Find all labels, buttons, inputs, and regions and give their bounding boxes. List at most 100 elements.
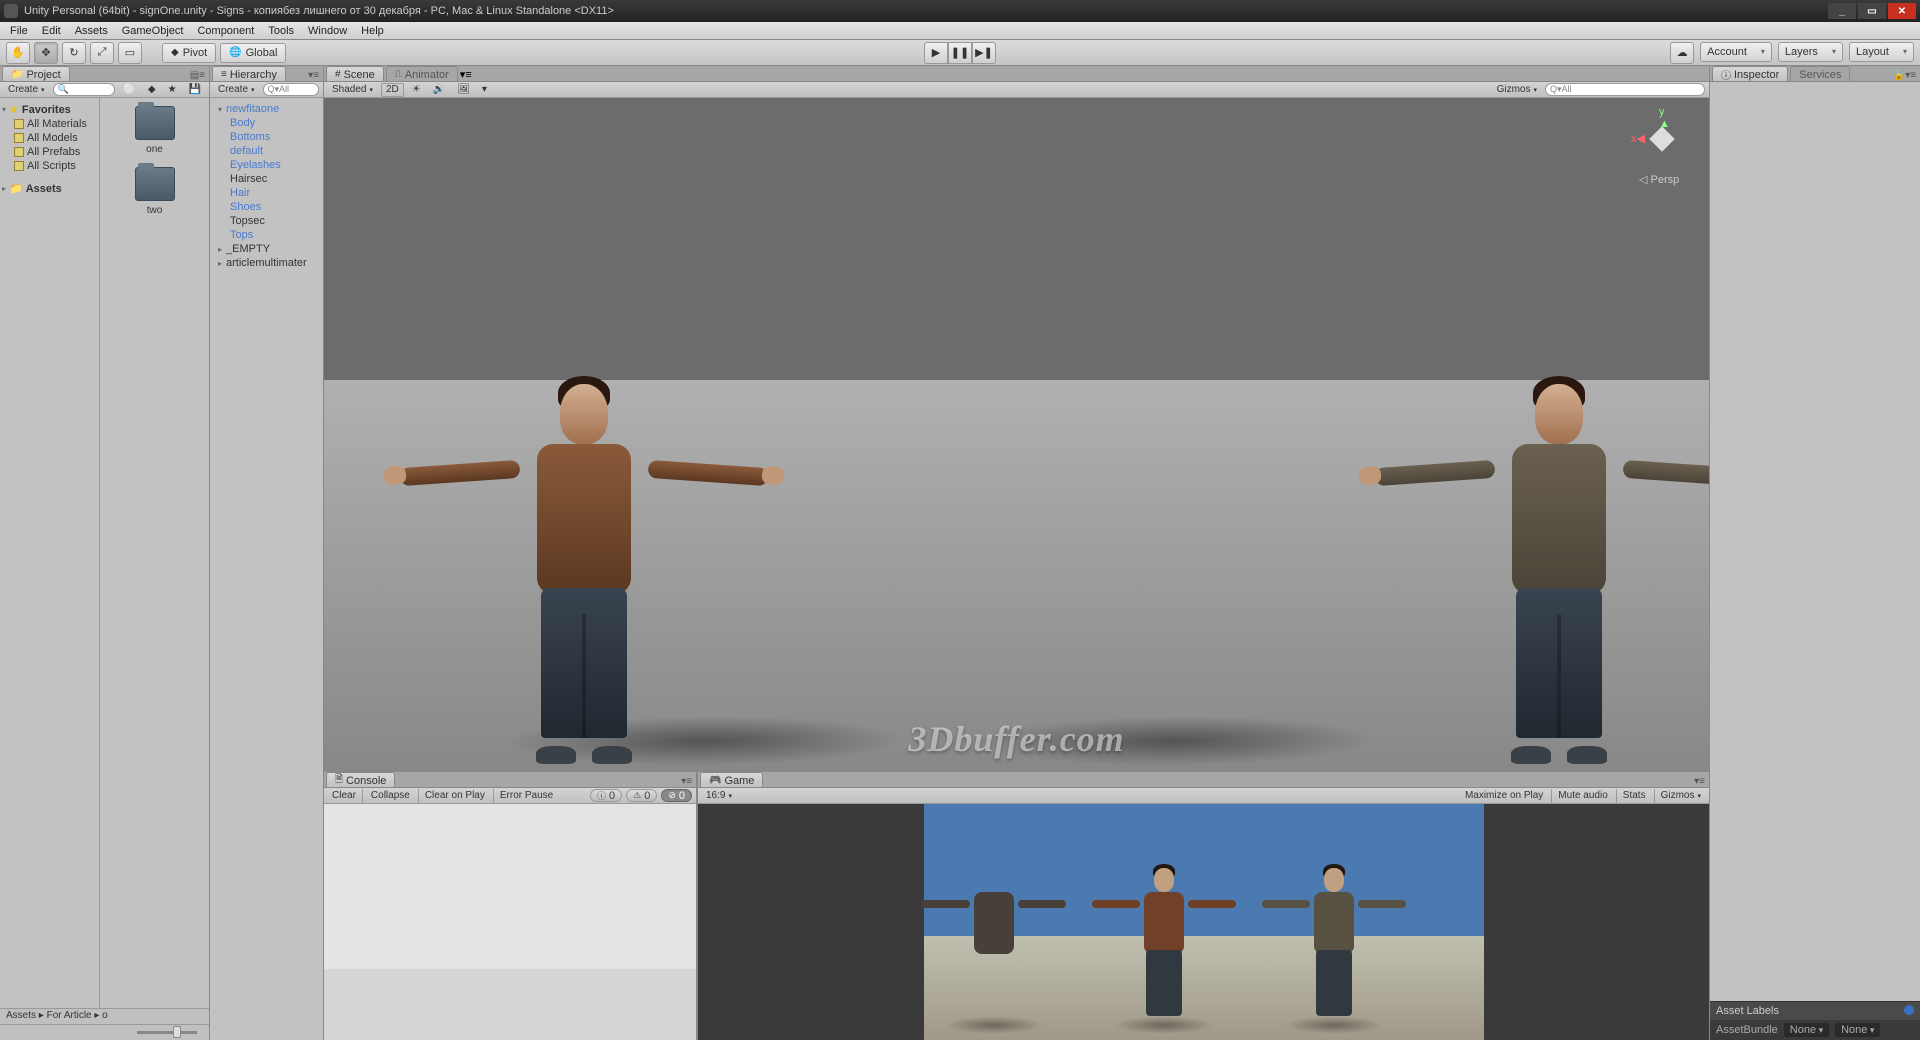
inspector-panel: ⓘ Inspector Services 🔒▾≡ Asset Labels As… [1710,66,1920,1040]
panel-menu-icon[interactable]: 🔒▾≡ [1889,70,1920,81]
hierarchy-item: Hairsec [212,172,321,186]
watermark-label: 3Dbuffer.com [908,718,1124,760]
folder-item[interactable]: two [135,167,175,216]
console-clear-button[interactable]: Clear [328,789,363,803]
warn-count-badge[interactable]: ⚠0 [626,789,657,802]
animator-tab[interactable]: ⎍ Animator [386,66,458,81]
center-area: # Scene ⎍ Animator ▾≡ Shaded 2D ☀ 🔊 🖼 ▾ … [324,66,1710,1040]
hierarchy-tab[interactable]: ≡ Hierarchy [212,66,286,81]
scene-tab[interactable]: # Scene [326,66,384,81]
asset-bundle-row: AssetBundle None ▾ None ▾ [1710,1020,1920,1040]
console-tab[interactable]: 🗎 Console [326,772,395,787]
panel-menu-icon[interactable]: ▾≡ [1690,776,1709,787]
window-titlebar: Unity Personal (64bit) - signOne.unity -… [0,0,1920,22]
layers-dropdown[interactable]: Layers [1778,42,1843,62]
scene-search-input[interactable]: Q▾All [1545,83,1705,96]
rect-tool-button[interactable]: ▭ [118,42,142,64]
2d-toggle[interactable]: 2D [381,83,404,97]
game-viewport[interactable] [698,804,1709,1040]
menu-help[interactable]: Help [355,24,390,38]
scale-tool-button[interactable]: ⤢ [90,42,114,64]
project-tab[interactable]: 📁 Project [2,66,70,81]
hierarchy-search-input[interactable]: Q▾All [263,83,319,96]
audio-icon[interactable]: 🔊 [429,83,449,97]
pause-button[interactable]: ❚❚ [948,42,972,64]
hierarchy-item: ▾newfitaone [212,102,321,116]
asset-labels-header[interactable]: Asset Labels [1710,1001,1920,1020]
hierarchy-item: Topsec [212,214,321,228]
window-maximize-button[interactable]: ▭ [1858,3,1886,19]
light-icon[interactable]: ☀ [408,83,425,97]
project-breadcrumb[interactable]: Assets ▸ For Article ▸ o [0,1008,209,1024]
info-count-badge[interactable]: ⓘ0 [590,789,622,802]
project-zoom-slider[interactable] [0,1024,209,1040]
pivot-toggle[interactable]: ◆ Pivot [162,43,216,63]
panel-menu-icon[interactable]: ▾≡ [460,68,472,81]
assetbundle-name-dropdown[interactable]: None ▾ [1784,1023,1829,1037]
project-tree[interactable]: ▾★Favorites All Materials All Models All… [0,98,100,1008]
move-tool-button[interactable]: ✥ [34,42,58,64]
mute-button[interactable]: Mute audio [1551,789,1611,803]
layout-dropdown[interactable]: Layout [1849,42,1914,62]
aspect-dropdown[interactable]: 16:9 [702,789,812,803]
window-close-button[interactable]: ✕ [1888,3,1916,19]
panel-menu-icon[interactable]: ▤≡ [186,70,209,81]
menu-file[interactable]: File [4,24,34,38]
game-gizmos-dropdown[interactable]: Gizmos [1654,789,1705,803]
cloud-icon[interactable]: ☁ [1670,42,1694,64]
project-grid[interactable]: one two [100,98,209,1008]
services-tab[interactable]: Services [1790,66,1850,81]
menu-assets[interactable]: Assets [69,24,114,38]
hierarchy-item: ▸articlemultimater [212,256,321,270]
hierarchy-item: default [212,144,321,158]
shaded-dropdown[interactable]: Shaded [328,83,377,97]
project-create-button[interactable]: Create [4,83,49,97]
account-dropdown[interactable]: Account [1700,42,1772,62]
play-button[interactable]: ▶ [924,42,948,64]
global-toggle[interactable]: 🌐 Global [220,43,286,63]
character-model [1419,362,1699,762]
menu-edit[interactable]: Edit [36,24,67,38]
gizmos-dropdown[interactable]: Gizmos [1493,83,1541,97]
inspector-tab[interactable]: ⓘ Inspector [1712,66,1788,81]
fx-dropdown-icon[interactable]: ▾ [478,83,491,97]
console-collapse-button[interactable]: Collapse [367,789,414,803]
filter-type-icon[interactable]: ◆ [144,83,160,97]
menu-gameobject[interactable]: GameObject [116,24,190,38]
panel-menu-icon[interactable]: ▾≡ [304,70,323,81]
console-output[interactable] [324,804,696,1040]
project-panel: 📁 Project ▤≡ Create 🔍 ⚪ ◆ ★ 💾 ▾★Favorite… [0,66,210,1040]
filter-icon[interactable]: ⚪ [119,83,139,97]
window-title: Unity Personal (64bit) - signOne.unity -… [24,5,614,17]
game-panel: 🎮 Game ▾≡ 16:9 Maximize on Play Mute aud… [698,772,1709,1040]
hierarchy-item: Body [212,116,321,130]
menu-window[interactable]: Window [302,24,353,38]
unity-icon [4,4,18,18]
filter-save-icon[interactable]: 💾 [185,83,205,97]
hierarchy-create-button[interactable]: Create [214,83,259,97]
window-minimize-button[interactable]: _ [1828,3,1856,19]
game-tab[interactable]: 🎮 Game [700,772,763,787]
hand-tool-button[interactable]: ✋ [6,42,30,64]
project-search-input[interactable]: 🔍 [53,83,116,96]
rotate-tool-button[interactable]: ↻ [62,42,86,64]
assetbundle-variant-dropdown[interactable]: None ▾ [1835,1023,1880,1037]
console-clearplay-button[interactable]: Clear on Play [418,789,489,803]
maximize-button[interactable]: Maximize on Play [1461,789,1547,803]
stats-button[interactable]: Stats [1616,789,1650,803]
hierarchy-tree[interactable]: ▾newfitaone Body Bottoms default Eyelash… [210,98,323,1040]
scene-gizmo[interactable]: y▲x◀ ◁ Persp [1631,106,1691,186]
filter-star-icon[interactable]: ★ [164,83,181,97]
scene-viewport[interactable]: 3Dbuffer.com y▲x◀ ◁ Persp [324,98,1709,770]
menu-tools[interactable]: Tools [262,24,300,38]
main-menu-bar: File Edit Assets GameObject Component To… [0,22,1920,40]
hierarchy-item: Bottoms [212,130,321,144]
console-errorpause-button[interactable]: Error Pause [493,789,557,803]
step-button[interactable]: ▶❚ [972,42,996,64]
menu-component[interactable]: Component [191,24,260,38]
folder-item[interactable]: one [135,106,175,155]
panel-menu-icon[interactable]: ▾≡ [677,776,696,787]
error-count-badge[interactable]: ⊘0 [661,789,692,802]
image-icon[interactable]: 🖼 [453,83,474,97]
console-panel: 🗎 Console ▾≡ Clear Collapse Clear on Pla… [324,772,698,1040]
